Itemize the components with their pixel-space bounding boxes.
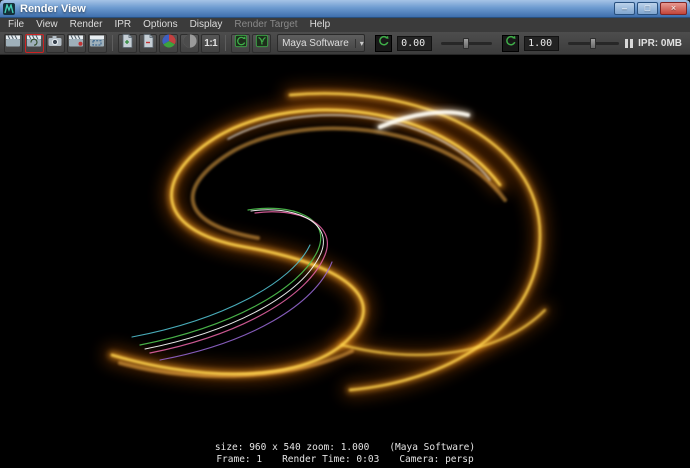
render-view-window: Render View – □ × File View Render IPR O… — [0, 0, 690, 468]
maximize-button[interactable]: □ — [637, 2, 658, 15]
exposure-field[interactable]: 0.00 — [397, 35, 433, 51]
status-size-zoom: size: 960 x 540 zoom: 1.000 — [214, 442, 370, 453]
region-clapper-icon — [89, 33, 105, 54]
keep-image-file-icon — [119, 33, 135, 54]
toolbar-separator — [111, 35, 113, 51]
renderer-dropdown[interactable]: Maya Software ▾ — [277, 34, 366, 52]
render-clapper-icon — [5, 33, 21, 54]
remove-image-file-icon — [140, 33, 156, 54]
ipr-status-group: IPR: 0MB — [625, 38, 686, 49]
menu-ipr[interactable]: IPR — [108, 18, 137, 32]
maya-app-icon — [3, 2, 15, 15]
exposure-reset-icon — [377, 34, 390, 52]
render-image — [0, 55, 690, 468]
status-camera: Camera: persp — [399, 454, 474, 465]
status-renderer: (Maya Software) — [389, 442, 476, 453]
pause-icon — [625, 38, 634, 48]
window-controls: – □ × — [614, 2, 687, 15]
exposure-slider-handle[interactable] — [462, 37, 469, 49]
display-alpha-button[interactable] — [180, 33, 200, 54]
gamma-reset-button[interactable] — [502, 34, 520, 52]
toolbar: 1:1 Maya Software ▾ 0.00 1.00 IPR: 0MB — [0, 32, 690, 55]
region-render-button[interactable] — [87, 33, 107, 54]
gamma-toggle-button[interactable] — [252, 33, 272, 53]
titlebar: Render View – □ × — [0, 0, 690, 18]
remove-image-button[interactable] — [138, 33, 158, 54]
status-row-2: Frame: 1 Render Time: 0:03 Camera: persp — [216, 454, 473, 465]
gamma-slider-handle[interactable] — [589, 37, 596, 49]
keep-image-button[interactable] — [117, 33, 137, 54]
status-row-1: size: 960 x 540 zoom: 1.000 (Maya Softwa… — [215, 442, 475, 453]
menu-help[interactable]: Help — [304, 18, 337, 32]
gamma-slider[interactable] — [568, 37, 620, 49]
status-frame: Frame: 1 — [216, 454, 263, 465]
ipr-memory-label: IPR: 0MB — [638, 37, 683, 49]
real-size-button[interactable]: 1:1 — [201, 33, 221, 53]
exposure-slider[interactable] — [441, 37, 493, 49]
redo-render-clapper-icon — [26, 33, 42, 54]
redo-previous-render-button[interactable] — [24, 33, 44, 54]
render-button[interactable] — [4, 33, 23, 54]
gamma-field[interactable]: 1.00 — [524, 35, 560, 51]
exposure-toggle-icon — [234, 34, 248, 53]
render-viewport[interactable]: size: 960 x 540 zoom: 1.000 (Maya Softwa… — [0, 55, 690, 468]
toolbar-separator — [225, 35, 227, 51]
exposure-reset-button[interactable] — [375, 34, 393, 52]
ipr-clapper-icon — [68, 33, 84, 54]
renderer-dropdown-value: Maya Software — [282, 37, 349, 49]
real-size-label: 1:1 — [204, 37, 218, 49]
alpha-channel-icon — [182, 33, 198, 54]
menu-file[interactable]: File — [2, 18, 30, 32]
ipr-render-button[interactable] — [66, 33, 86, 54]
close-button[interactable]: × — [660, 2, 687, 15]
menubar: File View Render IPR Options Display Ren… — [0, 18, 690, 32]
statusbar: size: 960 x 540 zoom: 1.000 (Maya Softwa… — [0, 442, 690, 465]
status-render-time: Render Time: 0:03 — [282, 454, 380, 465]
minimize-button[interactable]: – — [614, 2, 635, 15]
camera-icon — [47, 33, 63, 54]
window-title: Render View — [20, 2, 86, 15]
gamma-reset-icon — [504, 34, 517, 52]
rgb-channels-icon — [161, 33, 177, 54]
gamma-toggle-icon — [255, 34, 269, 53]
menu-view[interactable]: View — [30, 18, 64, 32]
chevron-down-icon: ▾ — [354, 38, 364, 48]
menu-render[interactable]: Render — [64, 18, 109, 32]
menu-options[interactable]: Options — [137, 18, 183, 32]
menu-display[interactable]: Display — [184, 18, 229, 32]
snapshot-button[interactable] — [45, 33, 65, 54]
exposure-toggle-button[interactable] — [231, 33, 251, 53]
menu-render-target: Render Target — [234, 19, 298, 30]
display-rgb-button[interactable] — [159, 33, 179, 54]
